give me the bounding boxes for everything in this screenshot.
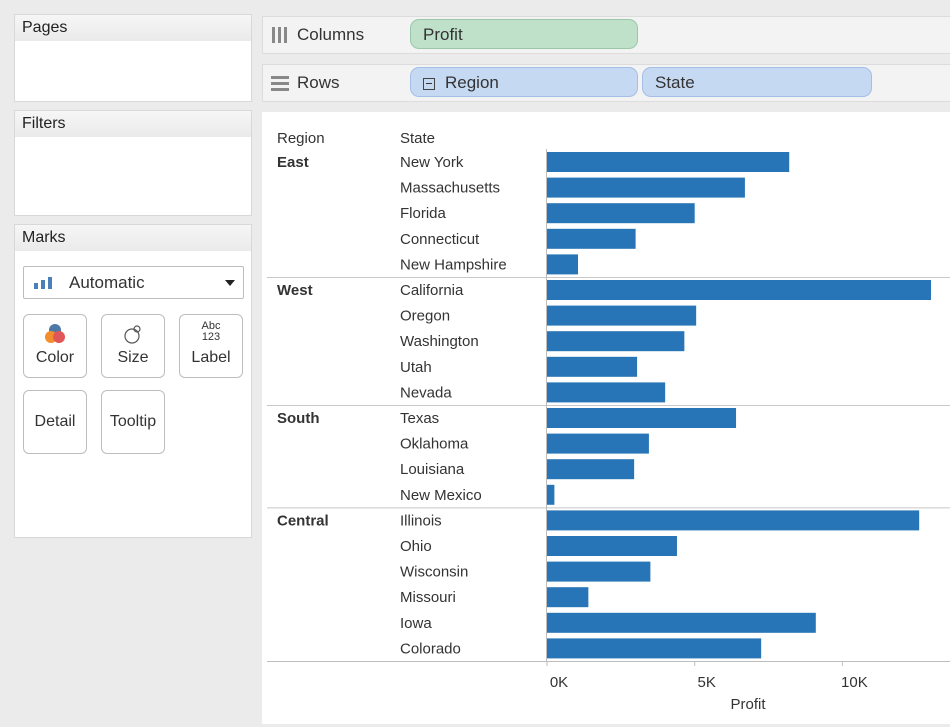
region-label: Central xyxy=(277,512,329,529)
bar[interactable] xyxy=(547,510,920,531)
state-label: Oklahoma xyxy=(400,436,469,453)
state-label: Florida xyxy=(400,205,447,222)
x-axis-title: Profit xyxy=(730,696,766,713)
columns-icon xyxy=(272,27,287,43)
x-tick-label: 10K xyxy=(841,674,868,691)
label-button[interactable]: Abc 123 Label xyxy=(179,314,243,378)
bar[interactable] xyxy=(547,356,638,377)
x-tick-label: 0K xyxy=(550,674,568,691)
region-pill[interactable]: Region xyxy=(410,67,638,97)
marks-card: Marks Automatic Color Size Abc 123 Label xyxy=(14,224,252,538)
x-tick-label: 5K xyxy=(698,674,716,691)
state-label: Illinois xyxy=(400,512,442,529)
state-label: Washington xyxy=(400,333,479,350)
state-label: Wisconsin xyxy=(400,564,468,581)
chevron-down-icon xyxy=(225,280,235,286)
label-icon-123: 123 xyxy=(201,331,221,343)
viz-area: Region State East New York Massachusetts Flor… xyxy=(262,112,950,724)
columns-shelf-label: Columns xyxy=(297,25,365,44)
mark-type-label: Automatic xyxy=(69,273,145,292)
color-button[interactable]: Color xyxy=(23,314,87,378)
region-header: Region xyxy=(277,130,325,147)
state-pill-label: State xyxy=(655,73,695,92)
state-pill[interactable]: State xyxy=(642,67,872,97)
state-label: New Hampshire xyxy=(400,256,507,273)
mark-type-dropdown[interactable]: Automatic xyxy=(23,266,244,299)
tooltip-button-label: Tooltip xyxy=(109,413,157,430)
size-icon xyxy=(124,325,141,344)
profit-pill[interactable]: Profit xyxy=(410,19,638,49)
bar[interactable] xyxy=(547,459,635,480)
bar[interactable] xyxy=(547,228,636,249)
color-icon xyxy=(45,324,65,343)
bar[interactable] xyxy=(547,203,695,224)
label-button-label: Label xyxy=(191,349,231,366)
bar[interactable] xyxy=(547,305,697,326)
marks-card-title: Marks xyxy=(15,225,251,251)
collapse-icon[interactable] xyxy=(423,77,435,90)
bar[interactable] xyxy=(547,587,589,608)
bar[interactable] xyxy=(547,280,931,300)
color-button-label: Color xyxy=(35,349,75,366)
rows-shelf[interactable]: Rows Region State xyxy=(262,64,950,102)
bar[interactable] xyxy=(547,382,666,403)
state-label: California xyxy=(400,282,464,299)
pages-panel[interactable]: Pages xyxy=(14,14,252,102)
state-header: State xyxy=(400,130,435,147)
bar[interactable] xyxy=(547,152,790,172)
label-icon: Abc 123 xyxy=(202,321,221,343)
rows-icon xyxy=(271,76,289,91)
detail-button[interactable]: Detail xyxy=(23,390,87,454)
bar[interactable] xyxy=(547,536,677,556)
bar[interactable] xyxy=(547,331,685,352)
filters-panel-title: Filters xyxy=(15,111,251,137)
bar[interactable] xyxy=(547,638,762,659)
columns-shelf[interactable]: Columns Profit xyxy=(262,16,950,54)
state-label: New Mexico xyxy=(400,487,482,504)
profit-pill-label: Profit xyxy=(423,25,463,44)
state-label: Oregon xyxy=(400,308,450,325)
bar[interactable] xyxy=(547,254,579,275)
bar[interactable] xyxy=(547,408,737,428)
region-label: East xyxy=(277,154,309,171)
state-label: Colorado xyxy=(400,640,461,657)
tooltip-button[interactable]: Tooltip xyxy=(101,390,165,454)
state-label: Iowa xyxy=(400,615,432,632)
bar[interactable] xyxy=(547,561,651,582)
filters-panel[interactable]: Filters xyxy=(14,110,252,216)
pages-panel-title: Pages xyxy=(15,15,251,41)
bar[interactable] xyxy=(547,612,816,633)
bar-chart-icon xyxy=(34,277,52,289)
state-label: Louisiana xyxy=(400,461,465,478)
bar[interactable] xyxy=(547,177,745,198)
state-label: Texas xyxy=(400,410,439,427)
region-label: West xyxy=(277,282,313,299)
bar[interactable] xyxy=(547,433,649,454)
state-label: Ohio xyxy=(400,538,432,555)
state-label: Nevada xyxy=(400,384,452,401)
state-label: Massachusetts xyxy=(400,180,500,197)
size-button[interactable]: Size xyxy=(101,314,165,378)
region-label: South xyxy=(277,410,320,427)
state-label: Connecticut xyxy=(400,231,480,248)
state-label: Utah xyxy=(400,359,432,376)
state-label: Missouri xyxy=(400,589,456,606)
profit-bar-chart: Region State East New York Massachusetts Flor… xyxy=(267,130,950,713)
size-button-label: Size xyxy=(117,349,149,366)
region-pill-label: Region xyxy=(445,73,499,92)
bar[interactable] xyxy=(547,484,555,505)
rows-shelf-label: Rows xyxy=(297,73,340,92)
state-label: New York xyxy=(400,154,464,171)
detail-button-label: Detail xyxy=(34,413,76,430)
